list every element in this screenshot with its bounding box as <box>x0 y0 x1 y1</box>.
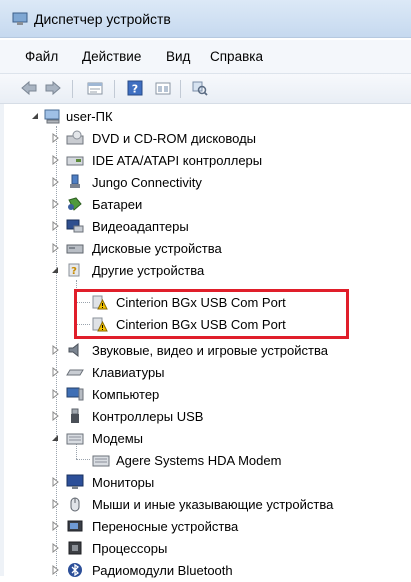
menu-help[interactable]: Справка <box>210 49 263 64</box>
tree-item-display-adapters[interactable]: Видеоадаптеры <box>0 216 411 238</box>
svg-text:?: ? <box>132 83 138 96</box>
expand-arrow-icon[interactable] <box>50 155 60 165</box>
expand-arrow-icon[interactable] <box>50 565 60 575</box>
tree-item-sound[interactable]: Звуковые, видео и игровые устройства <box>0 340 411 362</box>
dvd-drive-icon <box>66 130 84 145</box>
modem-icon <box>66 433 84 445</box>
toolbar-separator <box>180 80 181 98</box>
toolbar: ? <box>0 74 411 104</box>
tree-item-label: Мониторы <box>92 475 155 490</box>
expand-arrow-icon[interactable] <box>50 177 60 187</box>
tree-item-label: Процессоры <box>92 541 168 556</box>
tree-item-batteries[interactable]: Батареи <box>0 194 411 216</box>
expand-arrow-icon[interactable] <box>50 521 60 531</box>
menu-file[interactable]: Файл <box>25 49 58 64</box>
expand-arrow-icon[interactable] <box>50 367 60 377</box>
scan-icon[interactable] <box>190 80 208 96</box>
tree-item-keyboards[interactable]: Клавиатуры <box>0 362 411 384</box>
back-icon[interactable] <box>20 80 38 96</box>
other-devices-icon: ? <box>68 263 80 277</box>
tree-item-monitors[interactable]: Мониторы <box>0 472 411 494</box>
properties-icon[interactable] <box>86 80 104 96</box>
tree-item-modems[interactable]: Модемы <box>0 428 411 450</box>
help-icon[interactable]: ? <box>126 80 144 96</box>
svg-text:?: ? <box>71 266 77 277</box>
battery-icon <box>68 197 82 211</box>
tree-item-processors[interactable]: Процессоры <box>0 538 411 560</box>
tree-item-label: Батареи <box>92 197 143 212</box>
mouse-icon <box>70 497 80 512</box>
expand-arrow-icon[interactable] <box>50 243 60 253</box>
disk-drive-icon <box>66 244 84 254</box>
tree-item-other-devices[interactable]: ? Другие устройства <box>0 260 411 282</box>
computer-icon <box>44 109 60 124</box>
tree-root-label: user-ПК <box>66 109 113 124</box>
tree-item-label: Компьютер <box>92 387 160 402</box>
tree-item-portable[interactable]: Переносные устройства <box>0 516 411 538</box>
sound-icon <box>68 342 79 358</box>
tree-item-disk-drives[interactable]: Дисковые устройства <box>0 238 411 260</box>
tree-root[interactable]: user-ПК <box>0 106 411 128</box>
usb-icon <box>71 408 79 423</box>
expand-arrow-icon[interactable] <box>50 199 60 209</box>
modem-icon <box>92 455 110 467</box>
tree-item-label: Jungo Connectivity <box>92 175 202 190</box>
tree-item-label: Agere Systems HDA Modem <box>116 453 282 468</box>
expand-arrow-icon[interactable] <box>50 221 60 231</box>
keyboard-icon <box>66 369 84 376</box>
tree-item-mice[interactable]: Мыши и иные указывающие устройства <box>0 494 411 516</box>
tree-item-label: Звуковые, видео и игровые устройства <box>92 343 328 358</box>
device-tree: user-ПК DVD и CD-ROM дисководы IDE ATA/A… <box>0 104 411 578</box>
tree-item-label: Видеоадаптеры <box>92 219 189 234</box>
expand-arrow-icon[interactable] <box>50 477 60 487</box>
tree-item-ide[interactable]: IDE ATA/ATAPI контроллеры <box>0 150 411 172</box>
display-adapter-icon <box>66 219 84 233</box>
expand-arrow-icon[interactable] <box>50 411 60 421</box>
computer-icon <box>66 387 84 401</box>
toolbar-separator <box>72 80 73 98</box>
toolbar-separator <box>114 80 115 98</box>
ide-controller-icon <box>66 156 84 166</box>
tree-item-label: DVD и CD-ROM дисководы <box>92 131 257 146</box>
menu-action[interactable]: Действие <box>82 49 141 64</box>
tree-item-label: Модемы <box>92 431 144 446</box>
expand-arrow-icon[interactable] <box>50 389 60 399</box>
tree-item-label: Мыши и иные указывающие устройства <box>92 497 334 512</box>
tree-item-computer[interactable]: Компьютер <box>0 384 411 406</box>
highlight-box <box>74 289 349 339</box>
forward-icon[interactable] <box>44 80 62 96</box>
processor-icon <box>68 541 82 555</box>
details-icon[interactable] <box>154 80 172 96</box>
menu-view[interactable]: Вид <box>166 49 190 64</box>
tree-item-label: Контроллеры USB <box>92 409 204 424</box>
tree-item-label: Переносные устройства <box>92 519 239 534</box>
collapse-arrow-icon[interactable] <box>50 433 60 443</box>
expand-arrow-icon[interactable] <box>50 499 60 509</box>
tree-item-label: Другие устройства <box>92 263 205 278</box>
monitor-icon <box>66 474 84 489</box>
jungo-icon <box>70 174 80 188</box>
collapse-arrow-icon[interactable] <box>50 265 60 275</box>
tree-item-dvd[interactable]: DVD и CD-ROM дисководы <box>0 128 411 150</box>
expand-arrow-icon[interactable] <box>50 133 60 143</box>
expand-arrow-icon[interactable] <box>50 345 60 355</box>
tree-item-jungo[interactable]: Jungo Connectivity <box>0 172 411 194</box>
tree-item-bluetooth[interactable]: Радиомодули Bluetooth <box>0 560 411 582</box>
tree-item-label: Клавиатуры <box>92 365 165 380</box>
tree-item-usb[interactable]: Контроллеры USB <box>0 406 411 428</box>
device-manager-icon <box>12 12 28 25</box>
tree-item-label: Дисковые устройства <box>92 241 222 256</box>
title-bar: Диспетчер устройств <box>0 0 411 38</box>
collapse-arrow-icon[interactable] <box>30 111 40 121</box>
window-title: Диспетчер устройств <box>34 11 171 27</box>
portable-device-icon <box>67 520 83 532</box>
menu-bar: Файл Действие Вид Справка <box>0 40 411 74</box>
tree-item-label: IDE ATA/ATAPI контроллеры <box>92 153 263 168</box>
expand-arrow-icon[interactable] <box>50 543 60 553</box>
tree-child-agere-modem[interactable]: Agere Systems HDA Modem <box>0 450 411 472</box>
